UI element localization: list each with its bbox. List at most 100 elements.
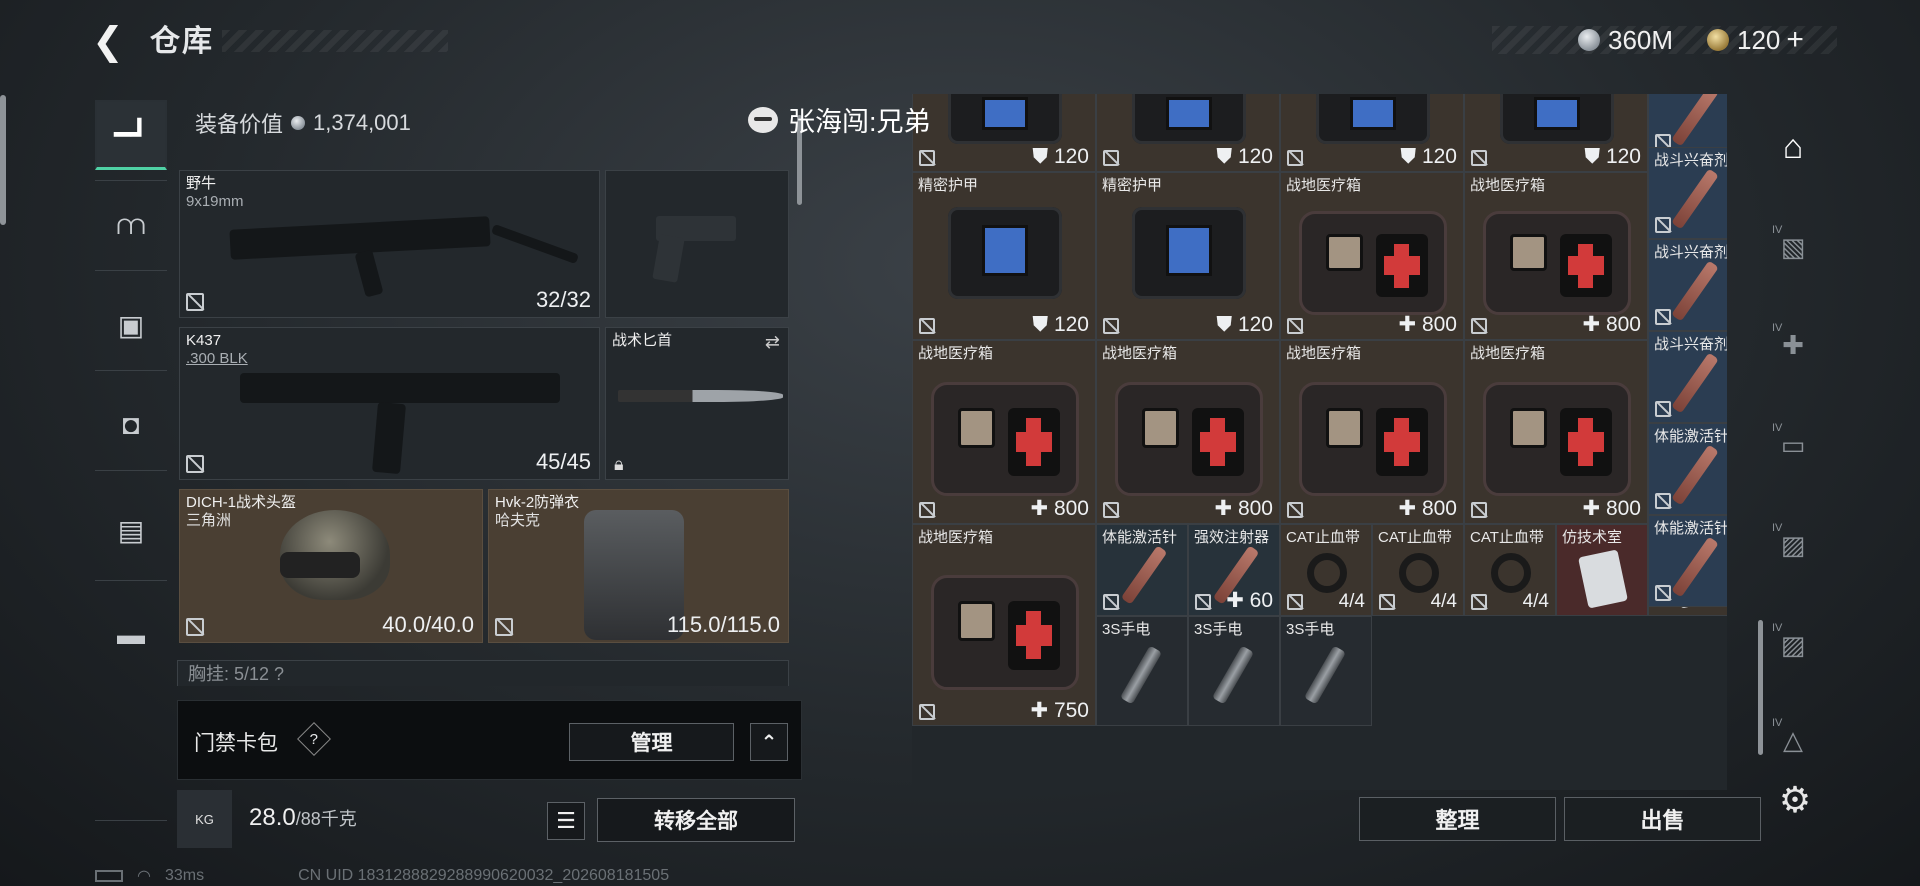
list-view-button[interactable]: ☰	[547, 802, 585, 840]
add-currency-button[interactable]: +	[1786, 23, 1804, 57]
armor-plate-bag-image	[1131, 94, 1247, 145]
stash-item[interactable]: 战地医疗箱 ✚ 750	[912, 524, 1096, 727]
sort-button[interactable]: 整理	[1359, 797, 1556, 841]
swap-icon[interactable]: ⇄	[765, 332, 780, 353]
no-insure-icon	[1103, 317, 1119, 334]
stash-tab-4[interactable]: IV ▭	[1758, 410, 1828, 480]
item-name: 3S手电	[1286, 621, 1335, 638]
chest-rig-slot[interactable]: 胸挂: 5/12 ?	[177, 660, 789, 686]
plus-icon: ✚	[1030, 699, 1054, 723]
no-insure-icon	[1287, 502, 1303, 518]
weapon-caliber: .300 BLK	[186, 350, 248, 367]
weapon-name: 野牛	[186, 175, 217, 192]
silver-coin-icon	[1578, 29, 1600, 51]
settings-button[interactable]: ⚙	[1775, 780, 1815, 820]
weapon-ammo: 32/32	[535, 287, 591, 312]
stash-item[interactable]: 3S手电	[1188, 616, 1280, 727]
category-case[interactable]: ▤	[95, 495, 167, 565]
category-bag[interactable]: ◘	[95, 390, 167, 460]
stash-tab-2[interactable]: IV ▧	[1758, 212, 1828, 282]
stash-item[interactable]: ⛊ 120	[1464, 94, 1648, 172]
item-value: ⛊ 120	[1216, 313, 1273, 337]
wifi-icon: ◠	[137, 868, 151, 885]
transfer-all-button[interactable]: 转移全部	[597, 798, 795, 842]
stash-item[interactable]: 精密护甲 ⛊ 120	[1096, 171, 1280, 340]
stash-item[interactable]: 战地医疗箱 ✚ 800	[1096, 340, 1280, 524]
key-case-label: 门禁卡包	[194, 732, 278, 755]
rifle-magazine-image	[372, 401, 406, 475]
item-value: ✚ 800	[1583, 312, 1641, 337]
stash-item[interactable]: 战地医疗箱 ✚ 800	[1464, 171, 1648, 340]
sell-button[interactable]: 出售	[1564, 797, 1761, 841]
stash-tab-main[interactable]: ⌂	[1758, 112, 1828, 182]
stash-item[interactable]: 战斗兴奋剂	[1648, 238, 1727, 331]
stash-item[interactable]: 3S手电	[1280, 616, 1372, 727]
item-name: CAT止血带	[1470, 529, 1544, 546]
stash-tab-7[interactable]: IV △	[1758, 705, 1828, 775]
stash-item[interactable]: 战地医疗箱 ✚ 800	[912, 340, 1096, 524]
armor-plate-bag-image	[1131, 206, 1247, 300]
primary-weapon-slot[interactable]: 野牛 9x19mm 32/32	[179, 170, 600, 318]
no-insure-icon	[186, 293, 204, 311]
gold-currency[interactable]: 120 +	[1707, 22, 1804, 58]
stash-item[interactable]: CAT止血带 4/4	[1280, 524, 1372, 616]
stash-item[interactable]: CAT止血带 4/4	[1372, 524, 1464, 616]
no-insure-icon	[1103, 594, 1119, 610]
item-value: 4/4	[1431, 591, 1457, 613]
stash-item[interactable]: 体能激活针	[1648, 422, 1727, 515]
item-value: ✚ 800	[1215, 496, 1273, 521]
first-aid-kit-image	[1115, 381, 1263, 497]
stash-tab-3[interactable]: IV ✚	[1758, 310, 1828, 380]
smg-stock-image	[491, 223, 579, 265]
flashlight-image	[1119, 645, 1162, 705]
item-value-text: 800	[1237, 497, 1273, 520]
category-armor[interactable]: ⩋	[95, 190, 167, 260]
no-insure-icon	[1655, 584, 1671, 601]
item-name: 战地医疗箱	[1470, 345, 1546, 362]
stash-item[interactable]: ⛊ 120	[1096, 94, 1280, 172]
item-value-text: 4/4	[1338, 591, 1365, 612]
category-toolbox[interactable]: ▬	[95, 600, 167, 670]
category-backpack[interactable]: ▣	[95, 290, 167, 360]
manage-button[interactable]: 管理	[569, 723, 734, 761]
collapse-button[interactable]: ⌃	[750, 723, 788, 761]
stash-item[interactable]: 战斗兴奋剂	[1648, 330, 1727, 423]
plus-icon: ✚	[1398, 497, 1422, 520]
stash-item[interactable]: 战斗兴奋剂	[1648, 146, 1727, 239]
stash-item[interactable]: 精密护甲 ⛊ 120	[912, 171, 1096, 340]
help-icon[interactable]: ?	[297, 722, 331, 756]
plus-icon: ✚	[1226, 589, 1250, 612]
stash-item[interactable]: 战地医疗箱 ✚ 800	[1280, 171, 1464, 340]
stash-item[interactable]: 战地医疗箱 ✚ 800	[1280, 340, 1464, 524]
tier-label: IV	[1772, 622, 1783, 634]
armor-slot[interactable]: Hvk-2防弹衣 哈夫克 115.0/115.0	[488, 489, 789, 643]
stash-item[interactable]: 仿技术室	[1556, 524, 1648, 616]
stash-item[interactable]: 体能激活针	[1096, 524, 1188, 616]
melee-slot[interactable]: 战术匕首 ⇄ 🔒︎	[605, 327, 789, 480]
stash-tab-5[interactable]: IV ▨	[1758, 510, 1828, 580]
stash-item[interactable]: 强效注射器 ✚ 60	[1188, 524, 1280, 616]
shield-icon: ⛊	[1400, 144, 1422, 168]
back-button[interactable]: ❮	[92, 22, 132, 62]
item-value: 4/4	[1523, 591, 1549, 613]
tier-label: IV	[1772, 224, 1783, 236]
category-weapons[interactable]: ━┛	[95, 100, 167, 170]
kit-window-image	[957, 600, 995, 641]
pistol-slot[interactable]	[605, 170, 789, 318]
stash-item[interactable]: ⛊ 120	[1280, 94, 1464, 172]
red-cross-icon	[1559, 234, 1612, 298]
stash-item[interactable]: 体能激活针	[1648, 514, 1727, 607]
item-value-text: 120	[1421, 144, 1457, 168]
no-insure-icon	[919, 502, 935, 518]
stash-tab-6[interactable]: IV ▨	[1758, 610, 1828, 680]
item-value: ✚ 800	[1399, 312, 1457, 337]
stash-item[interactable]: ⛊ 120	[912, 94, 1096, 172]
stash-item[interactable]: 3S手电	[1096, 616, 1188, 727]
stash-item[interactable]: CAT止血带 4/4	[1464, 524, 1556, 616]
secondary-weapon-slot[interactable]: K437 .300 BLK 45/45	[179, 327, 600, 480]
toolbox-icon: ▬	[117, 619, 145, 650]
helmet-slot[interactable]: DICH-1战术头盔 三角洲 40.0/40.0	[179, 489, 483, 643]
item-name: 战斗兴奋剂	[1654, 335, 1727, 353]
stash-item[interactable]: 战地医疗箱 ✚ 800	[1464, 340, 1648, 524]
armor-plate-bag-image	[947, 94, 1063, 145]
